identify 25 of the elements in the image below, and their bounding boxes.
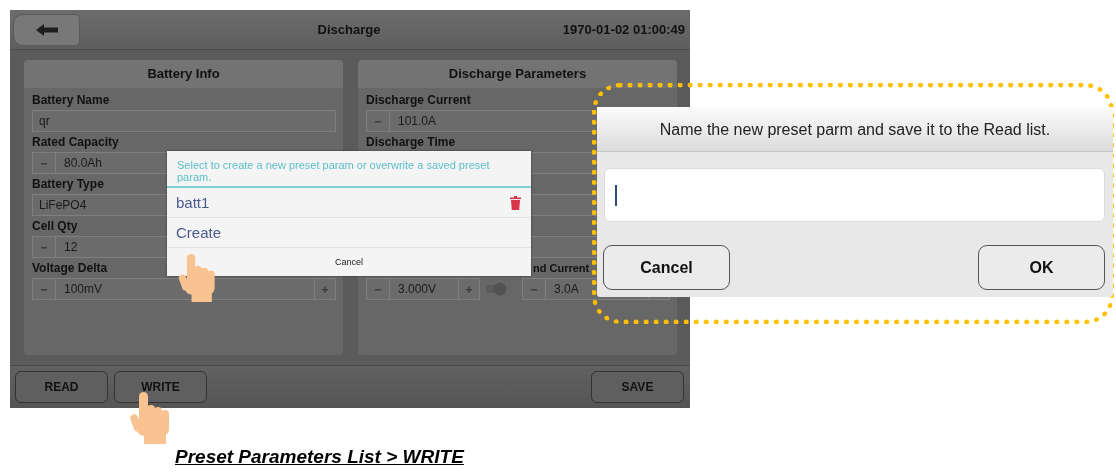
date-time: 1970-01-02 01:00:49 [562,22,685,37]
field-label: Discharge Current [366,93,471,107]
panel-header: Discharge Parameters [358,60,677,88]
field-label: Battery Name [32,93,110,107]
screen-title: Discharge [317,22,381,37]
dialog-message: Select to create a new preset param or overwrite a saved preset param. [167,151,531,188]
field-value: qr [39,114,50,128]
field-value: LiFePO4 [39,198,87,212]
field-value: 3.0A [554,282,579,296]
field-label: nd Current [533,262,590,274]
field-label: Battery Type [32,177,104,191]
field-label: Rated Capacity [32,135,119,149]
field-label: Cell Qty [32,219,78,233]
item-label: batt1 [176,194,210,211]
item-label: Create [176,224,222,241]
panel-header: Battery Info [24,60,343,88]
field-value: 3.000V [398,282,437,296]
field-value: 101.0A [398,114,437,128]
field-value: 80.0Ah [64,156,103,170]
dialog-message: Name the new preset parm and save it to the Read list. [597,107,1113,152]
field-label: Discharge Time [366,135,456,149]
field-value: 12 [64,240,78,254]
caption-text: Preset Parameters List > WRITE [175,446,464,468]
field-value: 100mV [64,282,103,296]
field-label: Voltage Delta [32,261,108,275]
